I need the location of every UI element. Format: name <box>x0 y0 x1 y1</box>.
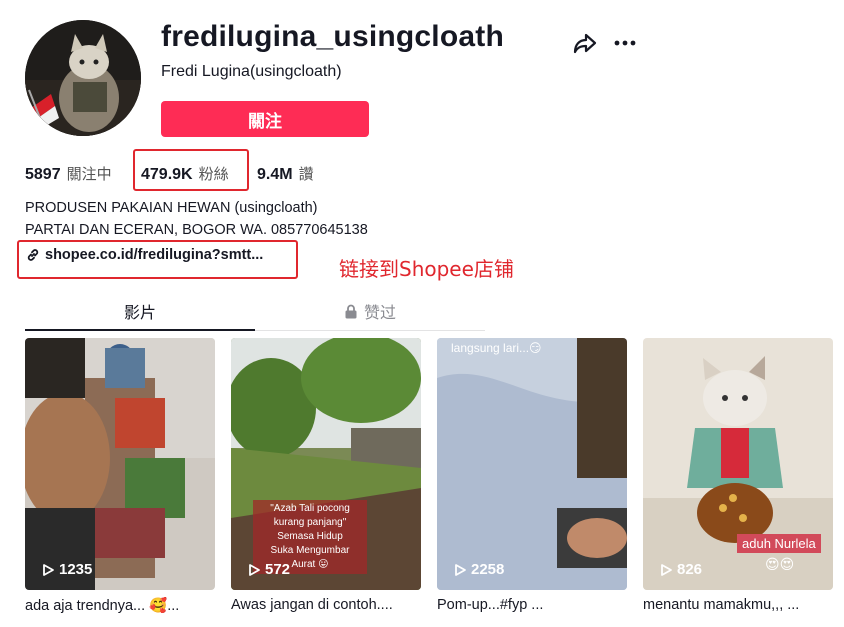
play-icon <box>43 563 54 576</box>
annotation-text: 链接到Shopee店铺 <box>339 257 514 281</box>
view-count: 2258 <box>453 561 504 578</box>
share-icon[interactable] <box>572 30 598 56</box>
bio-line: PARTAI DAN ECERAN, BOGOR WA. 08577064513… <box>25 222 368 238</box>
video-caption: Awas jangan di contoh.... <box>231 597 393 613</box>
profile-bio: PRODUSEN PAKAIAN HEWAN (usingcloath) PAR… <box>25 197 368 241</box>
overlay-line: Suka Mengumbar <box>270 545 350 556</box>
video-overlay-tag: aduh Nurlela <box>737 534 821 553</box>
video-overlay-caption: langsung lari...😏 <box>451 341 542 355</box>
video-card[interactable]: langsung lari...😏 2258 Pom-up...#fyp ... <box>437 338 627 613</box>
video-caption: ada aja trendnya... 🥰... <box>25 598 180 614</box>
video-thumbnail: aduh Nurlela 😍😍 826 <box>643 338 833 590</box>
profile-username: fredilugina_usingcloath <box>161 20 504 53</box>
view-count-text: 1235 <box>59 561 93 578</box>
video-thumbnail: 1235 <box>25 338 215 590</box>
tab-liked-label: 赞过 <box>363 303 396 322</box>
follow-button[interactable]: 關注 <box>161 101 369 137</box>
play-icon <box>249 563 260 576</box>
more-options-icon[interactable] <box>612 30 638 56</box>
bio-line: PRODUSEN PAKAIAN HEWAN (usingcloath) <box>25 200 318 216</box>
video-card[interactable]: aduh Nurlela 😍😍 826 menantu mamakmu,,, .… <box>643 338 833 613</box>
lock-icon <box>345 304 357 318</box>
likes-stat: 9.4M 讚 <box>257 163 314 184</box>
followers-highlight-box <box>133 149 249 191</box>
overlay-line: "Azab Tali pocong <box>270 503 350 514</box>
profile-nickname: Fredi Lugina(usingcloath) <box>161 63 342 80</box>
video-thumbnail-image <box>437 338 627 590</box>
video-overlay-emoji: 😍😍 <box>765 556 795 572</box>
video-thumbnail: "Azab Tali pocong kurang panjang" Semasa… <box>231 338 421 590</box>
view-count-text: 572 <box>265 561 291 578</box>
following-stat[interactable]: 5897 關注中 <box>25 163 112 184</box>
following-label: 關注中 <box>66 165 112 183</box>
avatar-cat-image <box>25 20 141 136</box>
tab-videos-label: 影片 <box>123 303 156 322</box>
view-count: 1235 <box>41 561 92 578</box>
active-tab-indicator <box>25 329 255 331</box>
video-caption: Pom-up...#fyp ... <box>437 597 544 613</box>
tab-videos[interactable]: 影片 <box>25 292 255 331</box>
likes-label: 讚 <box>298 165 314 183</box>
profile-avatar[interactable] <box>25 20 141 136</box>
profile-tabs: 影片 赞过 <box>25 292 485 331</box>
video-thumbnail-image <box>25 338 215 590</box>
play-icon <box>455 563 466 576</box>
play-icon <box>661 563 672 576</box>
link-highlight-box <box>17 240 298 279</box>
overlay-line: Semasa Hidup <box>277 531 343 542</box>
overlay-line: kurang panjang" <box>273 517 347 528</box>
view-count-text: 2258 <box>471 561 505 578</box>
video-caption: menantu mamakmu,,, ... <box>643 597 800 613</box>
tab-liked[interactable]: 赞过 <box>255 292 485 330</box>
video-card[interactable]: "Azab Tali pocong kurang panjang" Semasa… <box>231 338 421 613</box>
video-card[interactable]: 1235 ada aja trendnya... 🥰... <box>25 338 215 614</box>
view-count: 826 <box>659 561 702 578</box>
likes-count: 9.4M <box>257 166 293 183</box>
view-count-text: 826 <box>677 561 703 578</box>
following-count: 5897 <box>25 166 61 183</box>
video-thumbnail: langsung lari...😏 2258 <box>437 338 627 590</box>
view-count: 572 <box>247 561 290 578</box>
